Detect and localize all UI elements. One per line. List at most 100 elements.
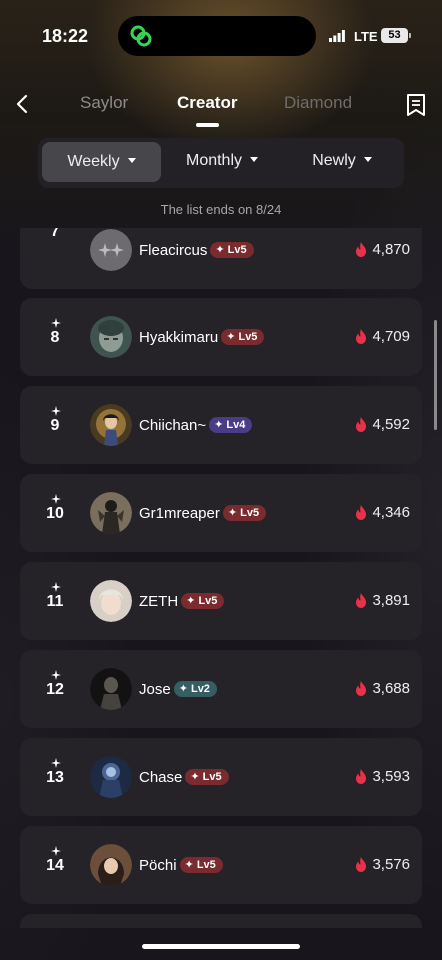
caret-down-icon <box>363 157 372 163</box>
ranking-row[interactable]: 9 Chiichan~ ✦ Lv4 4,592 <box>20 386 422 464</box>
period-monthly-dropdown[interactable]: Monthly <box>163 138 281 184</box>
score-value: 3,593 <box>372 768 410 785</box>
rank-number: 13 <box>46 769 64 786</box>
score: 3,593 <box>355 768 410 785</box>
link-app-icon <box>130 25 152 47</box>
ranking-row[interactable]: 10 Gr1mreaper ✦ Lv5 4,346 <box>20 474 422 552</box>
list-end-note: The list ends on 8/24 <box>160 202 282 217</box>
tab-diamond[interactable]: Diamond <box>284 93 352 113</box>
period-newly-dropdown[interactable]: Newly <box>283 138 401 184</box>
ranking-row[interactable]: 7 Fleacircus ✦ Lv5 4,870 <box>20 228 422 289</box>
ranking-row[interactable]: 8 Hyakkimaru ✦ Lv5 4,709 <box>20 298 422 376</box>
tab-creator[interactable]: Creator <box>177 93 237 113</box>
name-row: Fleacircus ✦ Lv5 <box>139 239 254 261</box>
level-text: Lv5 <box>238 331 258 343</box>
creator-name: ZETH <box>139 592 179 610</box>
level-text: Lv2 <box>190 683 210 695</box>
status-bar: 18:22 LTE 53 <box>0 0 442 70</box>
scrollbar[interactable] <box>434 320 437 430</box>
network-type: LTE <box>354 29 378 44</box>
fire-icon <box>356 505 367 520</box>
sparkle-icon <box>51 406 61 416</box>
creator-name: Pöchi <box>139 856 177 874</box>
home-indicator[interactable] <box>142 944 300 949</box>
level-badge: ✦ Lv5 <box>185 769 229 785</box>
level-badge: ✦ Lv5 <box>210 242 254 258</box>
name-row: ZETH ✦ Lv5 <box>139 590 225 612</box>
score-value: 3,891 <box>372 592 410 609</box>
active-tab-indicator <box>196 123 219 127</box>
level-text: Lv5 <box>227 244 247 256</box>
rank-number: 9 <box>50 417 60 434</box>
name-row: Hyakkimaru ✦ Lv5 <box>139 326 265 348</box>
level-badge: ✦ Lv4 <box>209 417 253 433</box>
avatar[interactable] <box>90 756 132 798</box>
creator-name: Gr1mreaper <box>139 504 220 522</box>
score-value: 4,346 <box>372 504 410 521</box>
name-row: Pöchi ✦ Lv5 <box>139 854 223 876</box>
ranking-list[interactable]: 7 Fleacircus ✦ Lv5 4,870 8 Hyakkimaru ✦ … <box>0 228 442 928</box>
avatar[interactable] <box>90 229 132 271</box>
sparkle-icon <box>51 582 61 592</box>
avatar[interactable] <box>90 404 132 446</box>
name-row: Jose ✦ Lv2 <box>139 678 217 700</box>
fire-icon <box>356 857 367 872</box>
score-value: 4,592 <box>372 416 410 433</box>
score: 3,688 <box>355 680 410 697</box>
period-label: Newly <box>312 152 356 169</box>
ranking-row-partial[interactable] <box>20 914 422 928</box>
period-weekly-dropdown[interactable]: Weekly <box>42 142 161 182</box>
bookmark-list-icon[interactable] <box>405 93 427 117</box>
score: 4,346 <box>355 504 410 521</box>
sparkle-icon <box>51 670 61 680</box>
score: 4,709 <box>355 328 410 345</box>
name-row: Gr1mreaper ✦ Lv5 <box>139 502 267 524</box>
fire-icon <box>356 681 367 696</box>
rank-number: 7 <box>50 228 60 240</box>
score-value: 3,576 <box>372 856 410 873</box>
avatar[interactable] <box>90 668 132 710</box>
rank-number: 14 <box>46 857 64 874</box>
name-row: Chiichan~ ✦ Lv4 <box>139 414 253 436</box>
name-row: Chase ✦ Lv5 <box>139 766 229 788</box>
level-badge: ✦ Lv5 <box>181 593 225 609</box>
level-text: Lv4 <box>226 419 246 431</box>
ranking-row[interactable]: 14 Pöchi ✦ Lv5 3,576 <box>20 826 422 904</box>
level-badge: ✦ Lv5 <box>221 329 265 345</box>
ranking-row[interactable]: 13 Chase ✦ Lv5 3,593 <box>20 738 422 816</box>
rank-number: 10 <box>46 505 64 522</box>
rank-number: 11 <box>46 593 64 610</box>
fire-icon <box>356 769 367 784</box>
avatar[interactable] <box>90 580 132 622</box>
score-value: 3,688 <box>372 680 410 697</box>
fire-icon <box>356 593 367 608</box>
caret-down-icon <box>250 157 259 163</box>
creator-name: Jose <box>139 680 171 698</box>
tab-saylor[interactable]: Saylor <box>80 93 128 113</box>
fire-icon <box>356 242 367 257</box>
creator-name: Chiichan~ <box>139 416 207 434</box>
score: 4,592 <box>355 416 410 433</box>
creator-name: Hyakkimaru <box>139 328 219 346</box>
period-filter: Weekly Monthly Newly <box>38 138 404 188</box>
period-label: Monthly <box>185 152 243 169</box>
avatar[interactable] <box>90 492 132 534</box>
sparkle-icon <box>51 846 61 856</box>
score: 3,576 <box>355 856 410 873</box>
creator-name: Fleacircus <box>139 241 208 259</box>
level-text: Lv5 <box>202 771 222 783</box>
ranking-row[interactable]: 11 ZETH ✦ Lv5 3,891 <box>20 562 422 640</box>
avatar[interactable] <box>90 844 132 886</box>
dynamic-island <box>118 16 316 56</box>
fire-icon <box>356 417 367 432</box>
sparkle-icon <box>51 318 61 328</box>
ranking-row[interactable]: 12 Jose ✦ Lv2 3,688 <box>20 650 422 728</box>
level-badge: ✦ Lv2 <box>173 681 217 697</box>
battery-icon: 53 <box>381 28 408 43</box>
period-label: Weekly <box>67 153 120 170</box>
level-text: Lv5 <box>240 507 260 519</box>
avatar[interactable] <box>90 316 132 358</box>
back-chevron-icon[interactable] <box>13 92 33 116</box>
sparkle-icon <box>51 494 61 504</box>
level-badge: ✦ Lv5 <box>179 857 223 873</box>
